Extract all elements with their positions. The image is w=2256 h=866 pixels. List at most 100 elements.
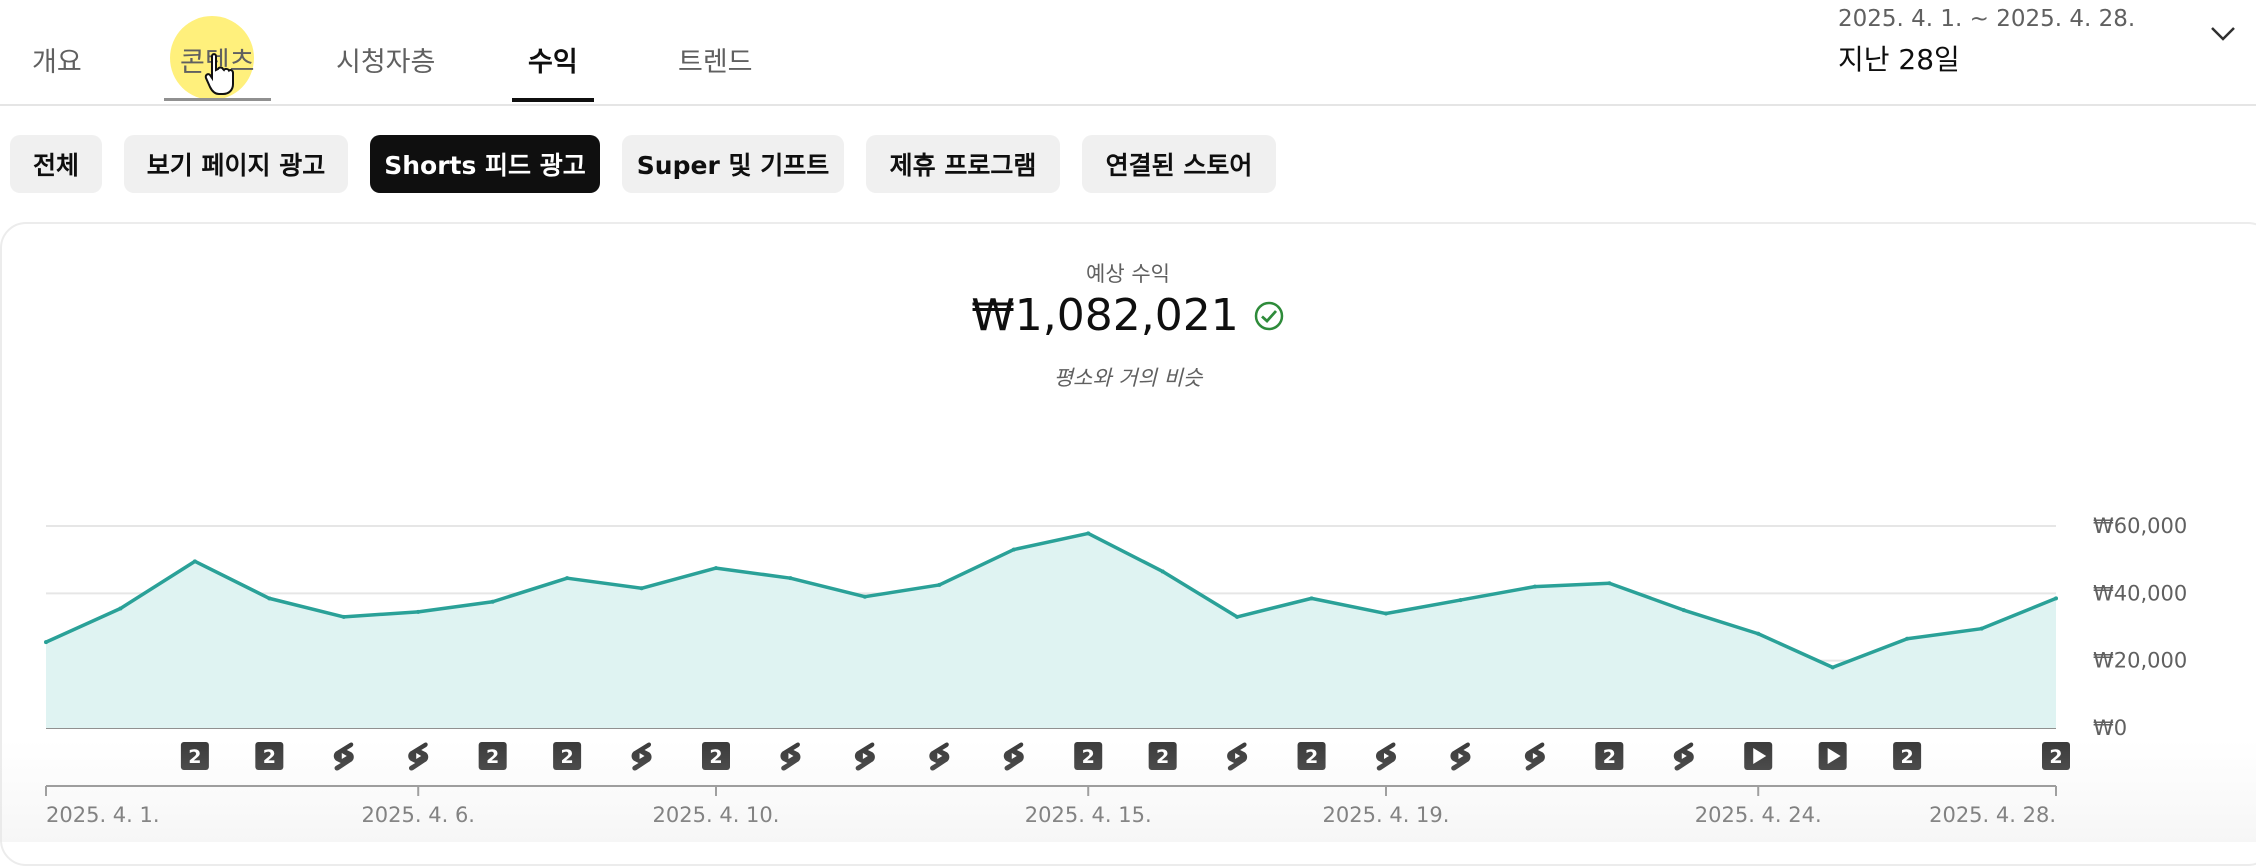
- x-tick-label: 2025. 4. 10.: [653, 803, 780, 827]
- shorts-icon: [1524, 742, 1545, 771]
- data-point: [1160, 569, 1165, 574]
- metric-comparison: 평소와 거의 비슷: [1053, 366, 1203, 390]
- x-tick-label: 2025. 4. 28.: [1929, 803, 2056, 827]
- shorts-icon: [631, 742, 652, 771]
- data-point: [2054, 596, 2058, 601]
- revenue-chart: ₩0 ₩20,000 ₩40,000 ₩60,000 2 2 2 2 2 2 2 2 2 2 2 2025. …: [44, 514, 2187, 827]
- badge-count: 2: [709, 746, 722, 768]
- data-point: [565, 576, 570, 581]
- shorts-icon: [1673, 742, 1694, 771]
- shorts-icon: [854, 742, 875, 771]
- chip-super-gifts[interactable]: Super 및 기프트: [622, 135, 844, 193]
- badge-count: 2: [1156, 746, 1169, 768]
- shorts-icon: [1227, 742, 1248, 771]
- tab-audience[interactable]: 시청자층: [336, 40, 435, 104]
- data-point: [714, 566, 718, 571]
- badge-count: 2: [560, 746, 573, 768]
- chevron-down-icon[interactable]: [2210, 26, 2236, 42]
- y-tick-label: ₩20,000: [2093, 649, 2187, 673]
- data-point: [1384, 611, 1388, 616]
- data-point: [1532, 584, 1537, 589]
- chip-watch-page-ads[interactable]: 보기 페이지 광고: [124, 135, 348, 193]
- chip-label: Super 및 기프트: [636, 151, 830, 180]
- video-icon: [1818, 742, 1847, 770]
- tab-hover-underline: [164, 98, 271, 101]
- chip-label: 제휴 프로그램: [889, 151, 1037, 180]
- data-point: [862, 594, 867, 599]
- chip-label: 보기 페이지 광고: [146, 151, 326, 180]
- check-circle-icon: [1254, 301, 1283, 330]
- chip-label: Shorts 피드 광고: [384, 151, 586, 180]
- x-tick-label: 2025. 4. 24.: [1695, 803, 1822, 827]
- data-point: [1905, 636, 1910, 641]
- video-count-badge: 2: [553, 742, 582, 770]
- video-count-badge: 2: [1148, 742, 1177, 770]
- data-point: [118, 606, 123, 611]
- data-point: [1458, 598, 1463, 603]
- chip-shorts-feed-ads[interactable]: Shorts 피드 광고: [370, 135, 600, 193]
- video-count-badge: 2: [2042, 742, 2070, 770]
- tab-label: 개요: [32, 47, 82, 78]
- y-tick-label: ₩0: [2093, 716, 2127, 740]
- date-preset-text[interactable]: 지난 28일: [1838, 38, 1960, 78]
- date-range-text[interactable]: 2025. 4. 1. ~ 2025. 4. 28.: [1838, 6, 2135, 32]
- metric-value: ₩1,082,021: [971, 290, 1239, 341]
- data-point: [267, 596, 272, 601]
- data-point: [416, 609, 421, 614]
- tab-trends[interactable]: 트렌드: [678, 40, 753, 104]
- chip-affiliate-program[interactable]: 제휴 프로그램: [866, 135, 1060, 193]
- chip-connected-store[interactable]: 연결된 스토어: [1082, 135, 1276, 193]
- data-point: [44, 640, 48, 645]
- video-icon: [1744, 742, 1773, 770]
- x-tick-label: 2025. 4. 1.: [46, 803, 160, 827]
- video-count-badge: 2: [1595, 742, 1624, 770]
- chip-label: 연결된 스토어: [1105, 151, 1253, 180]
- tab-label: 수익: [528, 47, 578, 78]
- tab-label: 트렌드: [678, 47, 753, 78]
- data-point: [1607, 581, 1612, 586]
- video-count-badge: 2: [1297, 742, 1326, 770]
- analytics-tab-bar: 개요 콘텐츠 시청자층 수익 트렌드 2025. 4. 1. ~ 2025. 4…: [0, 0, 2256, 106]
- data-point: [1235, 614, 1240, 619]
- tab-overview[interactable]: 개요: [32, 40, 82, 104]
- tab-label: 시청자층: [336, 47, 436, 78]
- shorts-icon: [408, 742, 429, 771]
- video-count-badge: 2: [1074, 742, 1103, 770]
- badge-count: 2: [2049, 746, 2062, 768]
- badge-count: 2: [1603, 746, 1616, 768]
- video-count-badge: 2: [1893, 742, 1922, 770]
- data-point: [1979, 626, 1984, 631]
- x-tick-label: 2025. 4. 15.: [1025, 803, 1152, 827]
- data-point: [341, 614, 346, 619]
- area-fill: [46, 533, 2056, 728]
- shorts-icon: [1003, 742, 1024, 771]
- shorts-icon: [929, 742, 950, 771]
- shorts-icon: [1376, 742, 1396, 771]
- shorts-icon: [1450, 742, 1471, 771]
- chip-all[interactable]: 전체: [10, 135, 102, 193]
- data-point: [788, 576, 793, 581]
- data-point: [1011, 547, 1016, 552]
- tab-active-underline: [512, 98, 594, 102]
- badge-count: 2: [188, 746, 201, 768]
- data-point: [1830, 665, 1835, 670]
- video-count-badge: 2: [255, 742, 284, 770]
- tab-revenue[interactable]: 수익: [512, 40, 594, 104]
- chip-label: 전체: [32, 151, 79, 180]
- y-tick-label: ₩60,000: [2093, 514, 2187, 538]
- badge-count: 2: [1305, 746, 1318, 768]
- badge-count: 2: [263, 746, 276, 768]
- badge-count: 2: [486, 746, 499, 768]
- x-tick-label: 2025. 4. 6.: [361, 803, 475, 827]
- data-point: [490, 599, 495, 604]
- shorts-icon: [780, 742, 801, 771]
- video-count-badge: 2: [702, 742, 730, 770]
- metric-row: ₩1,082,021: [0, 290, 2256, 341]
- data-point: [1086, 531, 1091, 536]
- badge-count: 2: [1900, 746, 1913, 768]
- video-count-badge: 2: [478, 742, 507, 770]
- hand-cursor-icon: [204, 53, 234, 95]
- data-point: [192, 559, 197, 564]
- data-point: [639, 586, 644, 591]
- x-tick-label: 2025. 4. 19.: [1323, 803, 1450, 827]
